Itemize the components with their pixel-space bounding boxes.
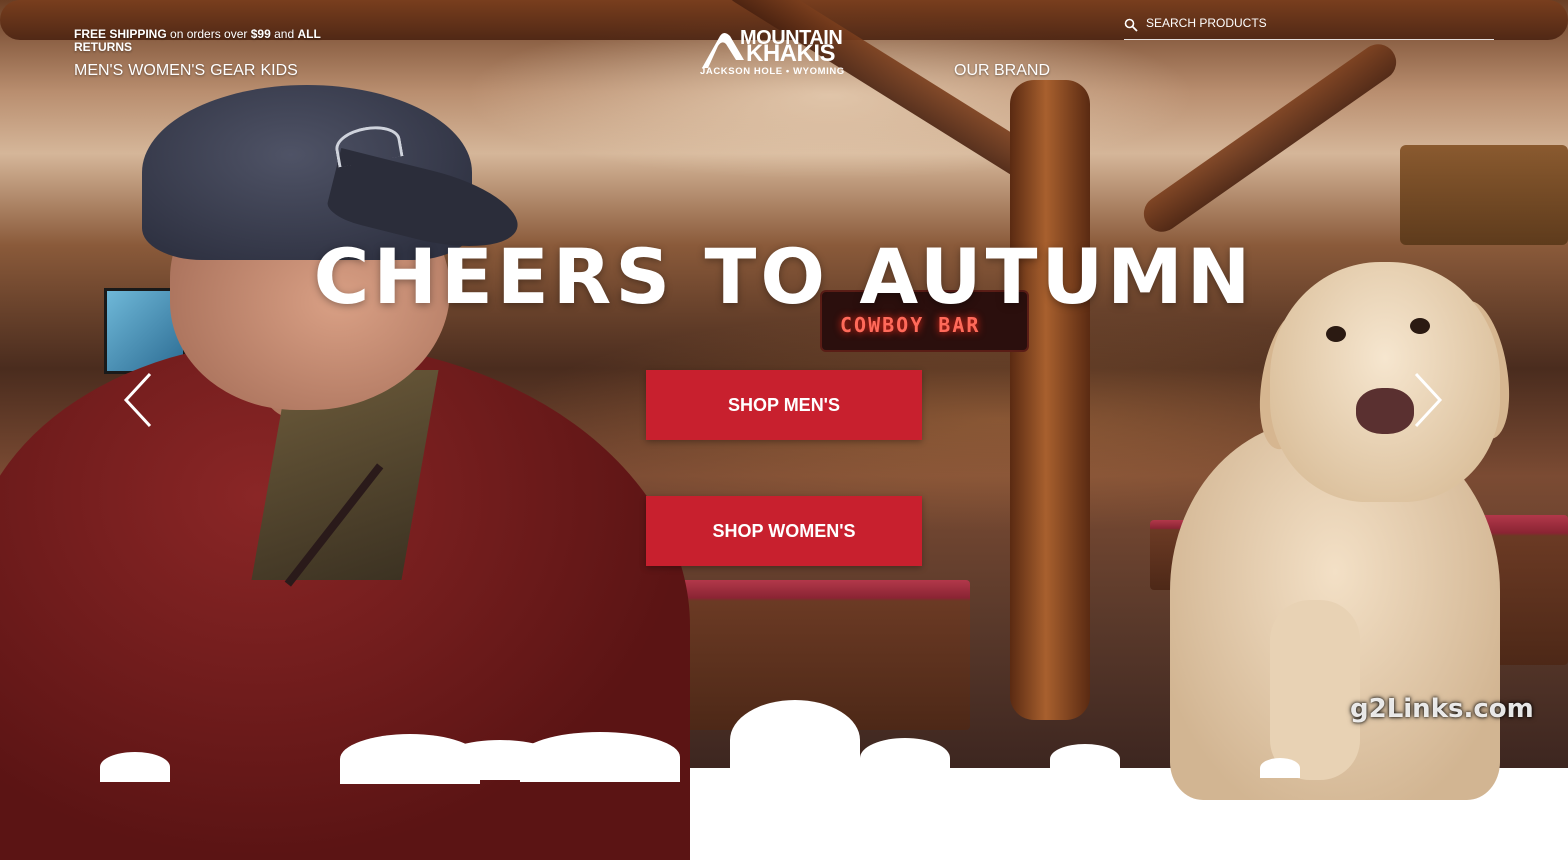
promo-threshold: $99 [250,27,271,41]
snow-peak [520,732,680,782]
snow-peak [100,752,170,782]
nav-item-womens[interactable]: WOMEN'S [128,62,205,80]
nav-item-kids[interactable]: KIDS [260,62,297,80]
logo-text-khakis: KHAKIS [746,40,836,67]
snow-peak [1050,744,1120,774]
hero-title: CHEERS TO AUTUMN [313,232,1255,321]
mountain-logo-icon [702,33,744,68]
snow-peak [860,738,950,778]
logo-tagline: JACKSON HOLE • WYOMING [700,66,845,77]
promo-free-shipping: FREE SHIPPING [74,27,167,41]
main-nav: MEN'S WOMEN'S GEAR KIDS [74,62,298,80]
promo-text: and [270,27,298,41]
snow-peak [730,700,860,780]
search-bar [1124,10,1494,40]
dog-paw [1270,600,1360,780]
nav-item-mens[interactable]: MEN'S [74,62,123,80]
promo-text: on orders over [166,27,251,41]
brand-logo[interactable]: MOUNTAIN KHAKIS JACKSON HOLE • WYOMING [700,28,870,78]
wooden-sign [1400,145,1568,245]
nav-item-gear[interactable]: GEAR [210,62,255,80]
dog-nose [1356,388,1414,434]
chevron-right-icon[interactable] [1408,368,1448,432]
search-icon[interactable] [1124,18,1138,32]
nav-item-our-brand[interactable]: OUR BRAND [954,62,1050,80]
search-input[interactable] [1144,12,1488,34]
watermark: g2Links.com [1350,694,1534,724]
promo-banner: FREE SHIPPING on orders over $99 and ALL… [74,28,334,54]
wooden-pillar [1010,80,1090,720]
dog-eye [1326,326,1346,342]
shop-mens-button[interactable]: SHOP MEN'S [646,370,922,440]
snow-peak [1260,758,1300,778]
chevron-left-icon[interactable] [118,368,158,432]
shop-womens-button[interactable]: SHOP WOMEN'S [646,496,922,566]
